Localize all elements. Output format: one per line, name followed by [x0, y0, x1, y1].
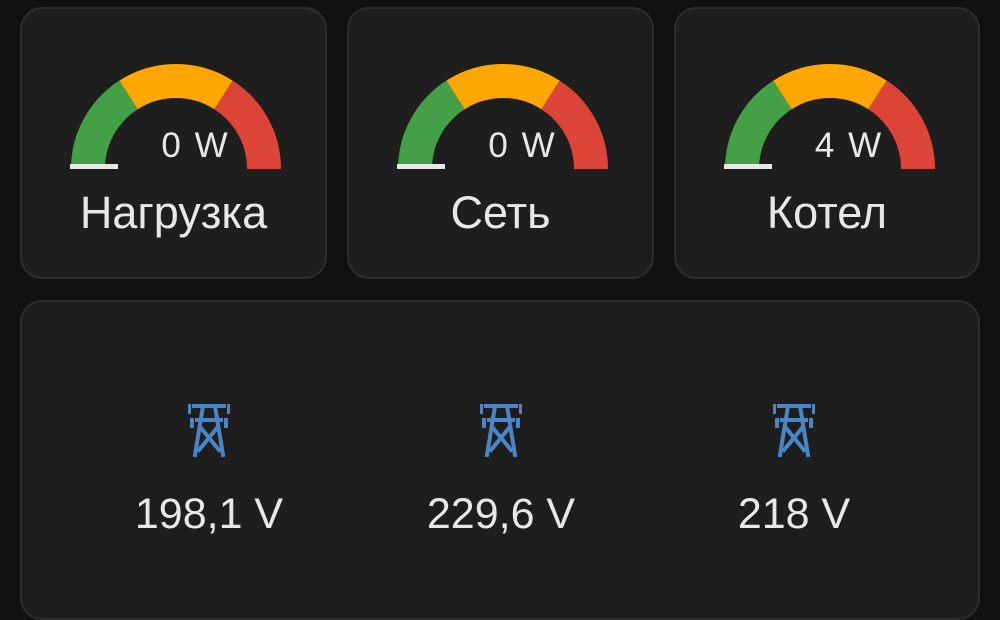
voltage-card: 198,1 V 229,6 V 218 V — [20, 300, 980, 620]
voltage-value: 218 V — [737, 490, 851, 538]
gauge-value: 4 W — [814, 126, 884, 165]
voltage-entity-phase-3[interactable]: 218 V — [694, 302, 894, 602]
gauge-card-boiler[interactable]: 4 W Котел — [674, 7, 980, 279]
voltage-value: 229,6 V — [426, 490, 576, 538]
gauge-card-grid[interactable]: 0 W Сеть — [347, 7, 654, 279]
gauge-name: Нагрузка — [79, 187, 268, 238]
gauge-value: 0 W — [488, 126, 557, 165]
transmission-tower-icon — [480, 403, 522, 458]
gauge-name: Сеть — [450, 187, 551, 238]
gauge-name: Котел — [766, 187, 888, 238]
voltage-value: 198,1 V — [134, 490, 284, 538]
transmission-tower-icon — [188, 403, 230, 458]
voltage-entity-phase-2[interactable]: 229,6 V — [401, 302, 601, 602]
gauge-card-load[interactable]: 0 W Нагрузка — [20, 7, 327, 279]
gauge-value: 0 W — [161, 126, 230, 165]
voltage-entity-phase-1[interactable]: 198,1 V — [109, 302, 309, 602]
transmission-tower-icon — [773, 403, 815, 458]
